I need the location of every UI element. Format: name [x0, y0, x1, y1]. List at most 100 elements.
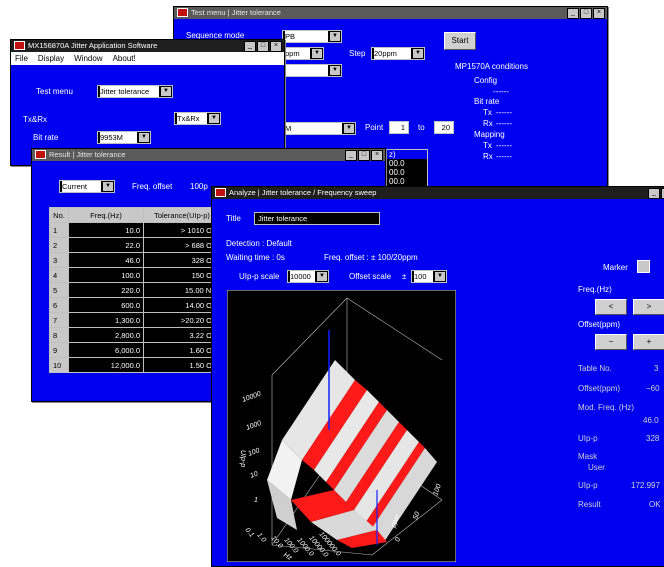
mapping-label: Mapping: [474, 130, 505, 139]
table-row[interactable]: 3 46.0 328 OK: [49, 252, 221, 268]
map-rx-label: Rx: [483, 152, 493, 161]
rx-label: Rx: [483, 119, 493, 128]
surface-plot[interactable]: 10000 1000 100 10 1 UIp-p 0.1 1.0 10.0 1…: [227, 290, 456, 562]
freq-right-button[interactable]: >: [633, 299, 664, 315]
bitrate-label: Bit rate: [33, 133, 59, 142]
step-label: Step: [349, 49, 366, 58]
row-tol: 1.50 OK: [143, 357, 221, 373]
menu-window[interactable]: Window: [74, 54, 102, 63]
menu-about[interactable]: About!: [113, 54, 136, 63]
map-tx-value: ------: [496, 141, 512, 150]
sequence-mode-select[interactable]: PB ▼: [282, 30, 342, 43]
table-row[interactable]: 6 600.0 14.00 OK: [49, 297, 221, 313]
freq-offset-text: Freq. offset : ± 100/20ppm: [324, 253, 418, 262]
app-icon: [177, 8, 188, 17]
app-titlebar[interactable]: MX156870A Jitter Application Software _ □…: [11, 40, 284, 52]
bitrate-select[interactable]: 9953M ▼: [97, 131, 151, 144]
title-label: Title: [226, 214, 241, 223]
result-titlebar[interactable]: Result | Jitter tolerance _ □ ×: [32, 149, 385, 161]
minimize-button[interactable]: _: [648, 188, 660, 199]
row-tol: 328 OK: [143, 252, 221, 268]
table-row[interactable]: 9 6,000.0 1.60 OK: [49, 342, 221, 358]
offset-plus-button[interactable]: +: [633, 334, 664, 350]
analyze-titlebar[interactable]: Analyze | Jitter tolerance / Frequency s…: [212, 187, 664, 199]
chevron-down-icon: ▼: [330, 32, 340, 41]
menu-display[interactable]: Display: [38, 54, 64, 63]
z-axis-label: UIp-p: [239, 450, 246, 467]
blank-select[interactable]: ▼: [282, 64, 342, 77]
app-main-window: MX156870A Jitter Application Software _ □…: [10, 39, 285, 166]
tx-label: Tx: [483, 108, 492, 117]
mod-freq-value: 46.0: [643, 416, 659, 425]
close-button[interactable]: ×: [270, 41, 282, 52]
table-row[interactable]: 1 10.0 > 1010 OK: [49, 222, 221, 238]
test-menu-select[interactable]: Jitter tolerance ▼: [97, 85, 173, 98]
table-row[interactable]: 4 100.0 150 OK: [49, 267, 221, 283]
uip2-label: UIp-p: [578, 481, 598, 490]
uip-label: UIp-p: [578, 434, 598, 443]
mode-select[interactable]: Current ▼: [59, 180, 115, 193]
table-no-value: 3: [654, 364, 659, 373]
row-no: 5: [49, 282, 69, 298]
close-button[interactable]: ×: [371, 150, 383, 161]
close-button[interactable]: ×: [593, 8, 605, 19]
table-row[interactable]: 8 2,800.0 3.22 OK: [49, 327, 221, 343]
col-header-no: No.: [49, 207, 69, 223]
row-no: 3: [49, 252, 69, 268]
freq-offset-label: Freq. offset: [132, 182, 173, 191]
chevron-down-icon: ▼: [209, 114, 219, 123]
waiting-time-text: Waiting time : 0s: [226, 253, 285, 262]
table-row[interactable]: 2 22.0 > 688 OK: [49, 237, 221, 253]
freq-left-button[interactable]: <: [595, 299, 627, 315]
title-field[interactable]: Jitter tolerance: [254, 212, 380, 225]
uip-scale-select[interactable]: 10000 ▼: [287, 270, 329, 283]
txrx-select[interactable]: Tx&Rx ▼: [174, 112, 221, 125]
uip-value: 328: [646, 434, 660, 443]
row-tol: 150 OK: [143, 267, 221, 283]
row-no: 1: [49, 222, 69, 238]
table-no-label: Table No.: [578, 364, 612, 373]
chevron-down-icon: ▼: [413, 49, 423, 58]
offset-minus-button[interactable]: −: [595, 334, 627, 350]
offset-ppm-control-label: Offset(ppm): [578, 320, 621, 329]
minimize-button[interactable]: _: [345, 150, 357, 161]
chevron-down-icon: ▼: [103, 182, 113, 191]
offset-scale-pm: ±: [402, 272, 407, 281]
maximize-button[interactable]: □: [580, 8, 592, 19]
z-tick: 1: [254, 497, 258, 504]
point-from-field[interactable]: 1: [389, 121, 409, 134]
minimize-button[interactable]: _: [244, 41, 256, 52]
maximize-button[interactable]: □: [358, 150, 370, 161]
uip-scale-label: UIp-p scale: [239, 272, 280, 281]
row-freq: 220.0: [68, 282, 144, 298]
row-freq: 12,000.0: [68, 357, 144, 373]
table-row[interactable]: 7 1,300.0 >20.20 OK: [49, 312, 221, 328]
rx-value: ------: [496, 119, 512, 128]
row-no: 8: [49, 327, 69, 343]
marker-checkbox[interactable]: [637, 260, 650, 273]
start-button[interactable]: Start: [444, 32, 476, 50]
row-tol: > 688 OK: [143, 237, 221, 253]
point-to-field[interactable]: 20: [434, 121, 454, 134]
range-select[interactable]: M ▼: [282, 122, 356, 135]
test-menu-titlebar[interactable]: Test menu | Jitter tolerance _ □ ×: [174, 7, 607, 19]
menu-file[interactable]: File: [15, 54, 28, 63]
row-freq: 6,000.0: [68, 342, 144, 358]
freq-offset-value: 100p: [190, 182, 208, 191]
offset-scale-select[interactable]: 100 ▼: [411, 270, 447, 283]
uip2-value: 172.997: [631, 481, 660, 490]
chevron-down-icon: ▼: [161, 87, 171, 96]
table-row[interactable]: 5 220.0 15.00 NG: [49, 282, 221, 298]
ppm-select[interactable]: ppm ▼: [282, 47, 324, 60]
table-row[interactable]: 10 12,000.0 1.50 OK: [49, 357, 221, 373]
row-freq: 22.0: [68, 237, 144, 253]
chevron-down-icon: ▼: [330, 66, 340, 75]
window-title: Test menu | Jitter tolerance: [191, 8, 281, 17]
step-select[interactable]: 20ppm ▼: [371, 47, 425, 60]
minimize-button[interactable]: _: [567, 8, 579, 19]
mod-freq-label: Mod. Freq. (Hz): [578, 403, 635, 412]
row-no: 7: [49, 312, 69, 328]
maximize-button[interactable]: □: [257, 41, 269, 52]
chevron-down-icon: ▼: [317, 272, 327, 281]
app-title: MX156870A Jitter Application Software: [28, 41, 158, 50]
